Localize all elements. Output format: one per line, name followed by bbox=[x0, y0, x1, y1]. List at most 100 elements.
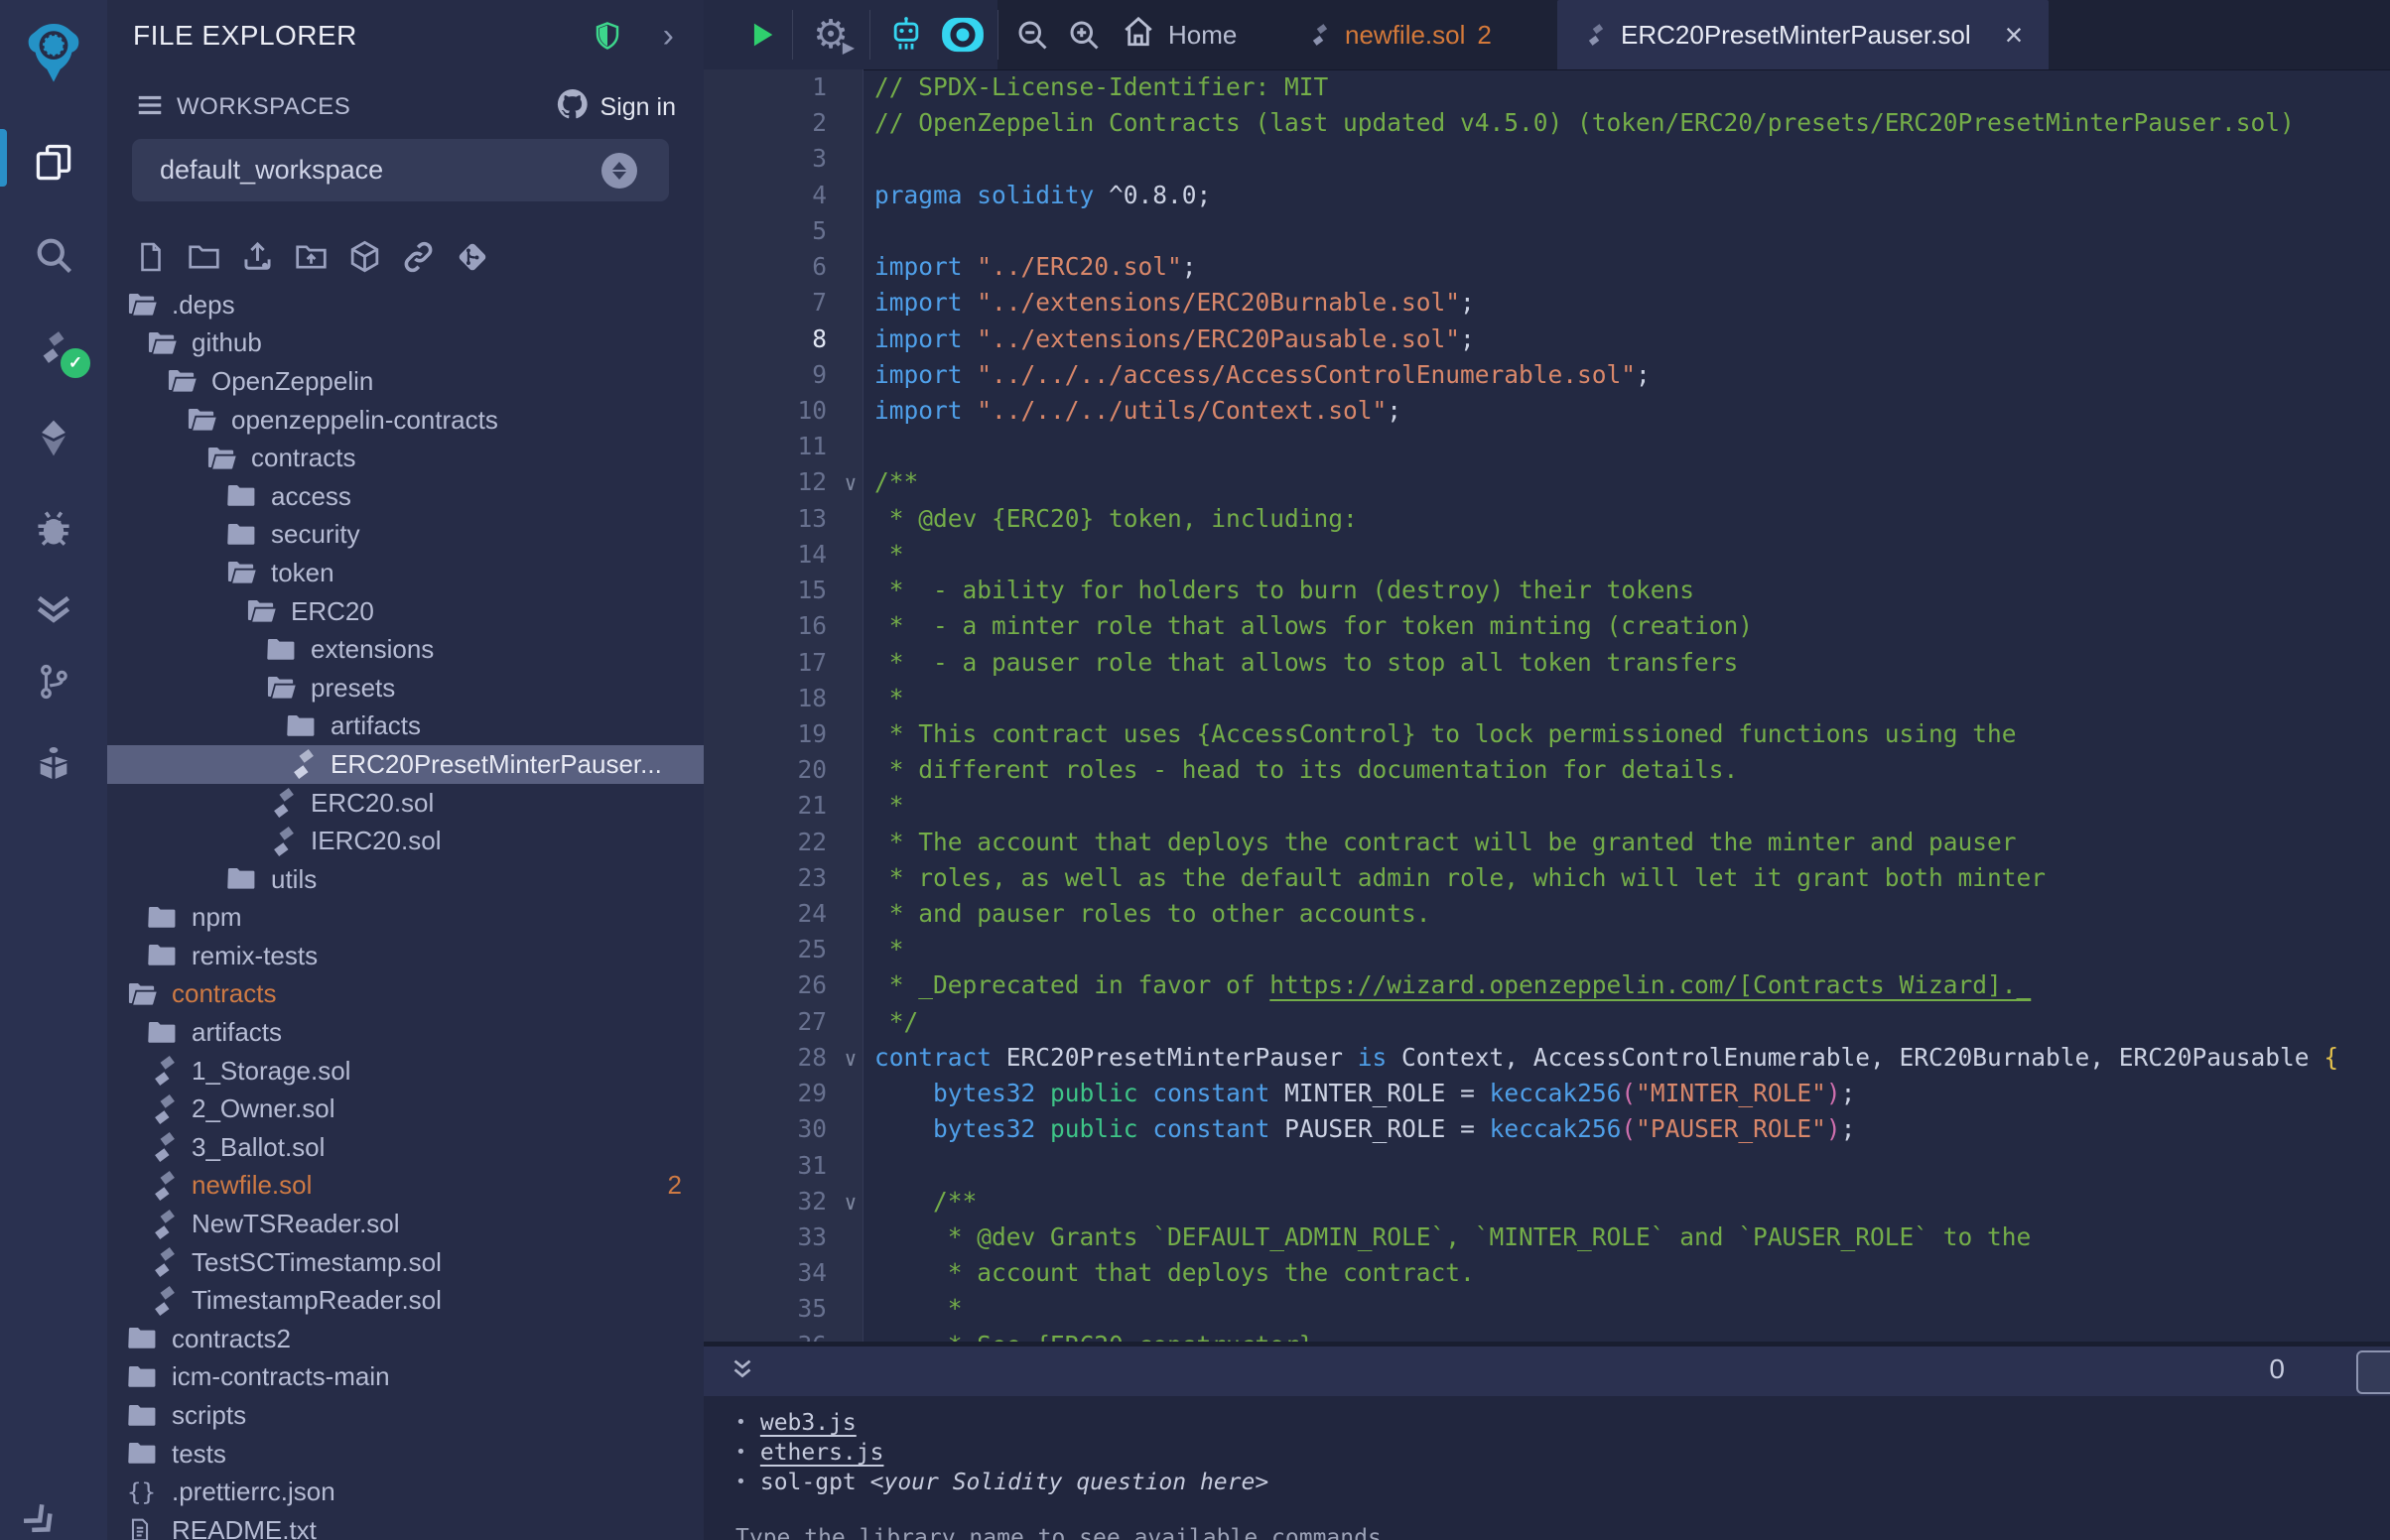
zoom-in-icon[interactable] bbox=[1059, 0, 1109, 69]
tree-item-remix-tests[interactable]: remix-tests bbox=[107, 937, 704, 975]
tree-item-label: artifacts bbox=[331, 710, 421, 741]
tree-item-erc20-sol[interactable]: ERC20.sol bbox=[107, 784, 704, 823]
code-text: /** bbox=[874, 1187, 977, 1216]
folder-open-icon bbox=[187, 407, 222, 433]
tree-item-contracts[interactable]: contracts bbox=[107, 439, 704, 477]
file-explorer-icon[interactable] bbox=[0, 131, 107, 194]
tree-item-openzeppelin-contracts[interactable]: openzeppelin-contracts bbox=[107, 401, 704, 440]
close-icon[interactable]: × bbox=[2005, 17, 2024, 54]
workspaces-row: WORKSPACES Sign in bbox=[107, 81, 704, 133]
line-number: 5 bbox=[704, 213, 827, 249]
copilot-toggle-on[interactable] bbox=[934, 0, 992, 69]
plugin-manager-icon[interactable] bbox=[0, 732, 107, 796]
code-line-4: 4pragma solidity ^0.8.0; bbox=[704, 178, 2390, 213]
tree-item-extensions[interactable]: extensions bbox=[107, 630, 704, 669]
tree-item-scripts[interactable]: scripts bbox=[107, 1396, 704, 1435]
tree-item-newfile-sol[interactable]: newfile.sol2 bbox=[107, 1167, 704, 1206]
folder-open-icon bbox=[167, 368, 202, 394]
terminal-link-web3-js[interactable]: web3.js bbox=[760, 1410, 857, 1436]
tree-item-artifacts[interactable]: artifacts bbox=[107, 1013, 704, 1052]
search-icon[interactable] bbox=[0, 223, 107, 287]
tree-item-contracts2[interactable]: contracts2 bbox=[107, 1320, 704, 1358]
hamburger-menu-icon[interactable] bbox=[133, 90, 167, 125]
tree-item-deps[interactable]: .deps bbox=[107, 286, 704, 324]
tree-item-2-owner-sol[interactable]: 2_Owner.sol bbox=[107, 1090, 704, 1128]
zoom-out-icon[interactable] bbox=[1007, 0, 1057, 69]
code-line-26: 26 * _Deprecated in favor of https://wiz… bbox=[704, 967, 2390, 1003]
tree-item-security[interactable]: security bbox=[107, 516, 704, 555]
solidity-icon bbox=[1307, 20, 1333, 50]
shield-icon[interactable] bbox=[593, 19, 622, 53]
code-line-27: 27 */ bbox=[704, 1004, 2390, 1040]
upload-file-icon[interactable] bbox=[239, 237, 276, 277]
link-icon[interactable] bbox=[400, 237, 437, 277]
solidity-compiler-icon[interactable]: ✓ bbox=[0, 316, 107, 379]
tree-item-testsctimestamp-sol[interactable]: TestSCTimestamp.sol bbox=[107, 1243, 704, 1282]
folder-closed-icon bbox=[147, 943, 183, 968]
folder-closed-icon bbox=[127, 1441, 163, 1467]
tree-item-github[interactable]: github bbox=[107, 324, 704, 363]
scroll-more-icon[interactable] bbox=[12, 1492, 74, 1540]
tree-item-ierc20-sol[interactable]: IERC20.sol bbox=[107, 822, 704, 860]
code-text: * account that deploys the contract. bbox=[874, 1258, 1475, 1287]
debugger-icon[interactable] bbox=[0, 497, 107, 561]
sign-in-button[interactable]: Sign in bbox=[555, 86, 676, 129]
tree-item-presets[interactable]: presets bbox=[107, 669, 704, 707]
tree-item-openzeppelin[interactable]: OpenZeppelin bbox=[107, 362, 704, 401]
terminal-expand-icon[interactable] bbox=[728, 1355, 757, 1390]
unit-testing-icon[interactable] bbox=[0, 575, 107, 638]
tree-item-1-storage-sol[interactable]: 1_Storage.sol bbox=[107, 1052, 704, 1091]
tree-item-utils[interactable]: utils bbox=[107, 860, 704, 899]
new-folder-icon[interactable] bbox=[186, 237, 222, 277]
tree-item-label: ERC20 bbox=[291, 596, 374, 627]
tree-item-newtsreader-sol[interactable]: NewTSReader.sol bbox=[107, 1205, 704, 1243]
solidity-icon bbox=[147, 1049, 183, 1092]
tree-item-tests[interactable]: tests bbox=[107, 1435, 704, 1474]
workspace-select[interactable]: default_workspace bbox=[132, 139, 669, 201]
terminal-listen-box[interactable] bbox=[2356, 1350, 2390, 1394]
ai-robot-icon[interactable] bbox=[880, 0, 932, 69]
tree-item-token[interactable]: token bbox=[107, 554, 704, 592]
run-play-button[interactable] bbox=[733, 0, 789, 69]
panel-title: FILE EXPLORER bbox=[133, 20, 357, 52]
tree-item-label: NewTSReader.sol bbox=[192, 1209, 400, 1239]
code-text: * bbox=[874, 1294, 963, 1323]
line-number: 24 bbox=[704, 896, 827, 932]
code-editor[interactable]: 1// SPDX-License-Identifier: MIT2// Open… bbox=[704, 69, 2390, 1342]
line-number: 32 bbox=[704, 1184, 827, 1219]
folder-open-icon bbox=[147, 330, 183, 356]
tree-item-access[interactable]: access bbox=[107, 477, 704, 516]
tree-item-prettierrc-json[interactable]: {}.prettierrc.json bbox=[107, 1473, 704, 1511]
new-file-icon[interactable] bbox=[132, 237, 169, 277]
cube-icon[interactable] bbox=[346, 237, 383, 277]
tree-item-label: contracts bbox=[172, 978, 277, 1009]
tree-item-npm[interactable]: npm bbox=[107, 899, 704, 938]
run-script-gear-icon[interactable]: ⚙▶ bbox=[801, 0, 861, 69]
tree-item-erc20[interactable]: ERC20 bbox=[107, 592, 704, 631]
folder-closed-icon bbox=[286, 713, 322, 739]
terminal-link-ethers-js[interactable]: ethers.js bbox=[760, 1440, 884, 1466]
code-line-31: 31 bbox=[704, 1148, 2390, 1184]
code-text: // OpenZeppelin Contracts (last updated … bbox=[874, 108, 2295, 137]
upload-folder-icon[interactable] bbox=[293, 237, 330, 277]
fold-chevron-icon[interactable]: ∨ bbox=[827, 1185, 874, 1220]
tree-item-readme-txt[interactable]: README.txt bbox=[107, 1511, 704, 1540]
fold-chevron-icon[interactable]: ∨ bbox=[827, 1041, 874, 1077]
code-line-5: 5 bbox=[704, 213, 2390, 249]
tree-item-erc20presetminterpauser[interactable]: ERC20PresetMinterPauser... bbox=[107, 745, 704, 784]
tree-item-artifacts[interactable]: artifacts bbox=[107, 707, 704, 746]
tab-newfile-sol[interactable]: newfile.sol2 bbox=[1307, 0, 1492, 69]
git-diamond-icon[interactable] bbox=[454, 237, 490, 277]
tree-item-label: TimestampReader.sol bbox=[192, 1285, 442, 1316]
tree-item-3-ballot-sol[interactable]: 3_Ballot.sol bbox=[107, 1128, 704, 1167]
tree-item-timestampreader-sol[interactable]: TimestampReader.sol bbox=[107, 1281, 704, 1320]
deploy-run-icon[interactable] bbox=[0, 406, 107, 469]
tab-home[interactable]: Home bbox=[1121, 0, 1237, 69]
git-icon[interactable] bbox=[0, 650, 107, 713]
tree-item-contracts[interactable]: contracts bbox=[107, 975, 704, 1014]
fold-chevron-icon[interactable]: ∨ bbox=[827, 465, 874, 501]
solidity-icon bbox=[147, 1088, 183, 1131]
tab-erc20presetminterpauser-sol[interactable]: ERC20PresetMinterPauser.sol× bbox=[1557, 0, 2049, 69]
tree-item-icm-contracts-main[interactable]: icm-contracts-main bbox=[107, 1358, 704, 1397]
chevron-right-icon[interactable]: › bbox=[663, 17, 674, 56]
